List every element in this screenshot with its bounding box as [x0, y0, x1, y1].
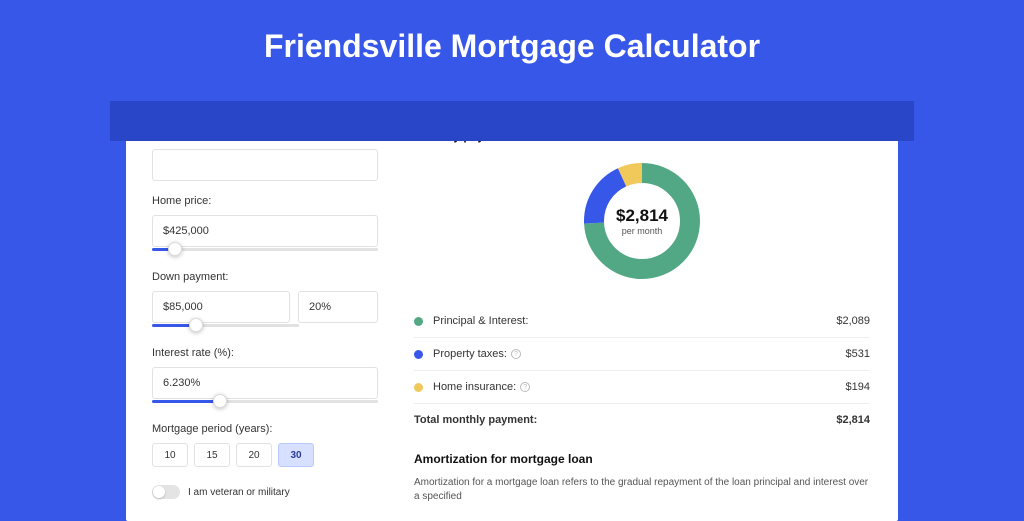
down-slider[interactable]: [152, 321, 299, 333]
down-amount-input[interactable]: [152, 291, 290, 323]
veteran-row: I am veteran or military: [152, 485, 378, 499]
legend-row-taxes: Property taxes: ? $531: [414, 337, 870, 370]
legend-val-principal: $2,089: [836, 315, 870, 327]
period-btn-20[interactable]: 20: [236, 443, 272, 467]
amort-text: Amortization for a mortgage loan refers …: [414, 476, 870, 504]
calculator-card: Property Zip Code: Home price: Down paym…: [126, 101, 898, 521]
legend-val-taxes: $531: [846, 348, 870, 360]
legend-val-total: $2,814: [836, 414, 870, 426]
form-column: Property Zip Code: Home price: Down paym…: [126, 101, 400, 521]
down-slider-thumb[interactable]: [189, 318, 203, 332]
price-label: Home price:: [152, 195, 378, 207]
donut-sublabel: per month: [622, 226, 663, 236]
price-slider-thumb[interactable]: [168, 242, 182, 256]
legend-val-insurance: $194: [846, 381, 870, 393]
amort-title: Amortization for mortgage loan: [414, 452, 870, 466]
toggle-knob: [153, 486, 165, 498]
legend-label-taxes: Property taxes: ?: [433, 348, 846, 360]
price-slider[interactable]: [152, 245, 378, 257]
page-title: Friendsville Mortgage Calculator: [0, 0, 1024, 89]
legend-row-principal: Principal & Interest: $2,089: [414, 305, 870, 337]
rate-field-group: Interest rate (%):: [152, 347, 378, 409]
period-btn-30[interactable]: 30: [278, 443, 314, 467]
dot-taxes: [414, 350, 423, 359]
period-field-group: Mortgage period (years): 10 15 20 30: [152, 423, 378, 467]
legend-label-total: Total monthly payment:: [414, 414, 836, 426]
dot-insurance: [414, 383, 423, 392]
period-btn-15[interactable]: 15: [194, 443, 230, 467]
period-label: Mortgage period (years):: [152, 423, 378, 435]
period-btn-10[interactable]: 10: [152, 443, 188, 467]
down-label: Down payment:: [152, 271, 378, 283]
legend-row-total: Total monthly payment: $2,814: [414, 403, 870, 436]
period-buttons: 10 15 20 30: [152, 443, 378, 467]
veteran-toggle[interactable]: [152, 485, 180, 499]
price-input[interactable]: [152, 215, 378, 247]
breakdown-column: Monthly payment breakdown: $2,814 per mo…: [400, 101, 898, 521]
legend-label-insurance: Home insurance: ?: [433, 381, 846, 393]
rate-label: Interest rate (%):: [152, 347, 378, 359]
donut-center: $2,814 per month: [580, 159, 704, 283]
info-icon[interactable]: ?: [520, 382, 530, 392]
legend-row-insurance: Home insurance: ? $194: [414, 370, 870, 403]
rate-slider[interactable]: [152, 397, 378, 409]
down-field-group: Down payment:: [152, 271, 378, 333]
price-field-group: Home price:: [152, 195, 378, 257]
veteran-label: I am veteran or military: [188, 487, 290, 498]
legend-label-principal: Principal & Interest:: [433, 315, 836, 327]
donut-amount: $2,814: [616, 206, 668, 226]
down-pct-input[interactable]: [298, 291, 378, 323]
header-shadow: [110, 101, 914, 141]
rate-input[interactable]: [152, 367, 378, 399]
donut-chart: $2,814 per month: [580, 159, 704, 283]
zip-input[interactable]: [152, 149, 378, 181]
rate-slider-thumb[interactable]: [213, 394, 227, 408]
donut-wrap: $2,814 per month: [414, 159, 870, 283]
info-icon[interactable]: ?: [511, 349, 521, 359]
dot-principal: [414, 317, 423, 326]
